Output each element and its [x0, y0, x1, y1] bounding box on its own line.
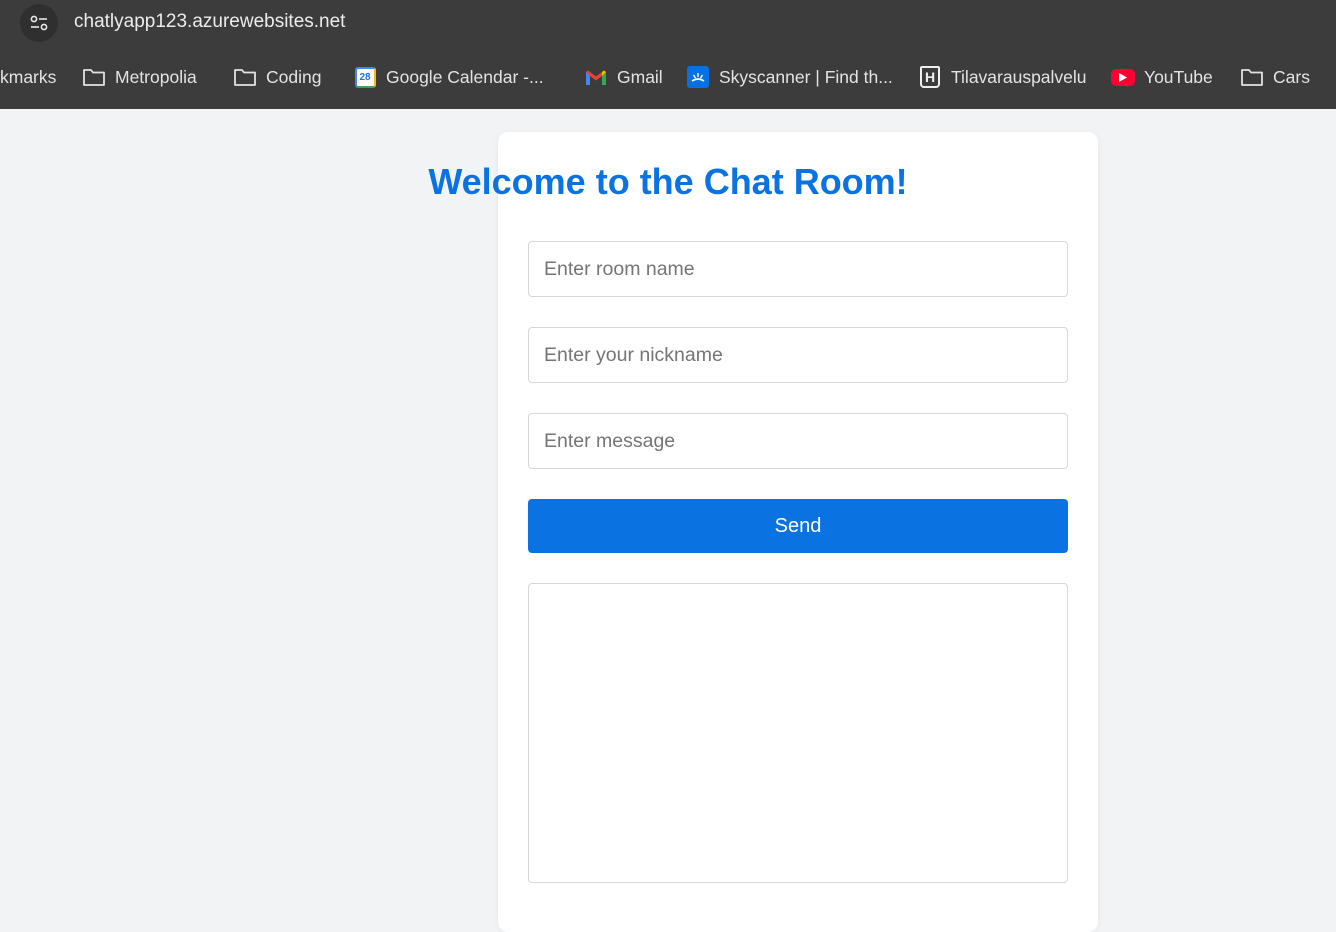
bookmark-label: YouTube: [1144, 66, 1213, 87]
bookmark-label: Gmail: [617, 66, 663, 87]
chat-form: Send: [498, 132, 1098, 892]
bookmark-label: Cars: [1273, 66, 1310, 87]
site-info-icon[interactable]: [20, 4, 58, 42]
messages-area[interactable]: [528, 583, 1068, 883]
bookmark-metropolia[interactable]: Metropolia: [82, 46, 197, 108]
bookmark-label: Tilavarauspalvelu: [951, 66, 1087, 87]
url-text[interactable]: chatlyapp123.azurewebsites.net: [74, 0, 345, 46]
gmail-icon: [584, 65, 608, 89]
bookmark-label: Google Calendar -...: [386, 66, 544, 87]
bookmark-label: Skyscanner | Find th...: [719, 66, 893, 87]
bookmarks-bar: kmarks Metropolia Coding 28 Google Calen…: [0, 46, 1336, 109]
bookmark-label: Metropolia: [115, 66, 197, 87]
bookmark-coding[interactable]: Coding: [233, 46, 321, 108]
bookmark-skyscanner[interactable]: Skyscanner | Find th...: [686, 46, 893, 108]
folder-icon: [1240, 65, 1264, 89]
room-name-input[interactable]: [528, 241, 1068, 297]
nickname-input[interactable]: [528, 327, 1068, 383]
bookmark-gmail[interactable]: Gmail: [584, 46, 663, 108]
bookmark-tilavarauspalvelu[interactable]: H Tilavarauspalvelu: [918, 46, 1087, 108]
address-bar: chatlyapp123.azurewebsites.net: [0, 0, 1336, 46]
bookmark-label: kmarks: [0, 66, 57, 87]
bookmark-cars[interactable]: Cars: [1240, 46, 1310, 108]
tilavaraus-icon: H: [918, 65, 942, 89]
bookmark-youtube[interactable]: YouTube: [1111, 46, 1213, 108]
youtube-icon: [1111, 65, 1135, 89]
send-button[interactable]: Send: [528, 499, 1068, 553]
folder-icon: [233, 65, 257, 89]
bookmark-label: Coding: [266, 66, 322, 87]
folder-icon: [82, 65, 106, 89]
google-calendar-icon: 28: [353, 65, 377, 89]
bookmark-all-bookmarks[interactable]: kmarks: [0, 46, 56, 108]
skyscanner-icon: [686, 65, 710, 89]
bookmark-google-calendar[interactable]: 28 Google Calendar -...: [353, 46, 544, 108]
message-input[interactable]: [528, 413, 1068, 469]
